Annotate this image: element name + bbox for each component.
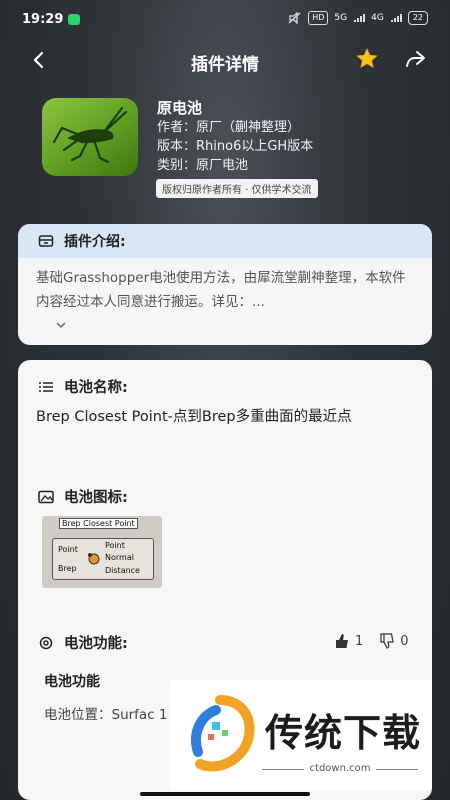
intro-card: 插件介绍: 基础Grasshopper电池使用方法，由犀流堂蒯神整理，本软件内容… (18, 224, 432, 345)
list-icon (39, 381, 53, 392)
share-icon[interactable] (403, 46, 429, 72)
dislike-button[interactable]: 0 (379, 633, 409, 649)
signal-5g: 5G (334, 13, 348, 23)
dislike-count: 0 (400, 633, 409, 649)
store-icon (38, 235, 54, 247)
name-section-header: 电池名称: (38, 376, 128, 397)
icon-section-header: 电池图标: (38, 486, 128, 507)
signal-bars-icon-2 (390, 14, 402, 22)
page-title: 插件详情 (191, 55, 259, 75)
component-output-distance: Distance (105, 566, 140, 575)
image-icon (38, 490, 54, 503)
intro-header: 插件介绍: (18, 224, 432, 258)
watermark-brand: 传统下载 (265, 711, 422, 755)
grasshopper-app-icon (42, 98, 138, 176)
plugin-info: 原电池 作者：原厂（蒯神整理） 版本：Rhino6以上GH版本 类别：原厂电池 (157, 98, 313, 175)
plugin-name: 原电池 (157, 99, 203, 117)
plugin-header: 原电池 作者：原厂（蒯神整理） 版本：Rhino6以上GH版本 类别：原厂电池 … (42, 98, 422, 208)
thumbs-down-icon (380, 633, 395, 649)
like-count: 1 (355, 633, 364, 649)
function-section-header: 电池功能: (38, 632, 128, 653)
component-output-point: Point (105, 541, 125, 550)
intro-text: 基础Grasshopper电池使用方法，由犀流堂蒯神整理，本软件内容经过本人同意… (36, 270, 406, 310)
gear-icon (39, 636, 53, 649)
battery-icon-heading: 电池图标: (64, 490, 128, 506)
wechat-notification-icon (68, 14, 80, 25)
copyright-badge: 版权归原作者所有 · 仅供学术交流 (156, 179, 318, 198)
status-time: 19:29 (22, 12, 64, 27)
battery-name-heading: 电池名称: (64, 380, 128, 396)
component-glyph-icon (88, 553, 100, 565)
thumbs-up-icon (336, 634, 348, 648)
battery-function-heading: 电池功能: (64, 636, 128, 652)
signal-4g: 4G (371, 13, 384, 23)
plugin-category: 类别：原厂电池 (157, 158, 249, 173)
grasshopper-icon (52, 106, 128, 164)
hd-badge: HD (308, 11, 329, 25)
function-subtitle: 电池功能 (44, 674, 100, 690)
like-button[interactable]: 1 (334, 633, 363, 649)
component-output-normal: Normal (105, 553, 134, 562)
plugin-author: 作者：原厂（蒯神整理） (157, 120, 301, 135)
battery-icon: 22 (407, 11, 428, 25)
component-preview-image: Brep Closest Point Point Brep Point Norm… (42, 516, 162, 588)
favorite-star-icon[interactable] (354, 46, 380, 72)
component-input-point: Point (58, 545, 78, 554)
signal-bars-icon (354, 14, 366, 22)
status-icons: HD 5G 4G 22 (288, 11, 428, 25)
watermark-divider-right (376, 769, 418, 770)
intro-heading: 插件介绍: (64, 234, 126, 250)
vote-bar: 1 0 (334, 633, 409, 649)
watermark-logo: 传统下载 ctdown.com (170, 680, 432, 790)
battery-name: Brep Closest Point-点到Brep多重曲面的最近点 (36, 409, 352, 425)
expand-chevron-icon[interactable] (54, 318, 68, 332)
home-indicator[interactable] (140, 792, 310, 796)
component-title: Brep Closest Point (59, 518, 138, 529)
component-input-brep: Brep (58, 564, 77, 573)
nav-bar: 插件详情 (0, 40, 450, 80)
back-arrow-icon[interactable] (26, 46, 54, 74)
plugin-version: 版本：Rhino6以上GH版本 (157, 139, 314, 154)
ctdown-logo-icon (191, 695, 255, 772)
mute-icon (288, 12, 301, 24)
status-bar: 19:29 HD 5G 4G 22 (0, 0, 450, 40)
